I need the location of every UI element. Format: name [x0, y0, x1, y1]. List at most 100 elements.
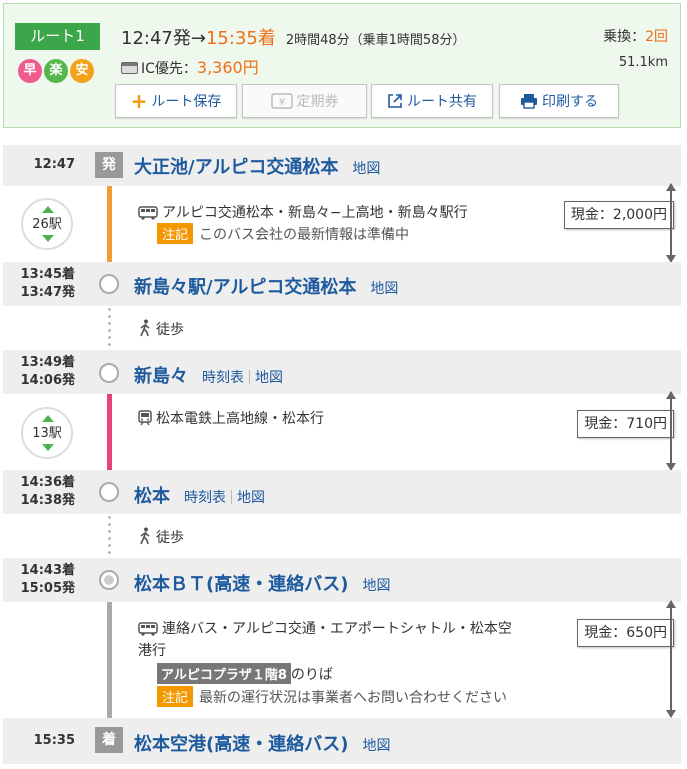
route-tags: 早 楽 安: [18, 59, 94, 83]
station-node: [99, 482, 119, 502]
station-name-link[interactable]: 大正池/アルピコ交通松本: [134, 157, 338, 178]
walking-person-icon: [140, 319, 150, 337]
departure-time: 12:47発: [121, 28, 191, 49]
share-route-label: ルート共有: [407, 94, 477, 110]
walk-info: 徒歩: [138, 527, 184, 547]
printer-icon: [521, 94, 537, 109]
segment-fare: 現金：2,000円: [563, 201, 674, 229]
map-link[interactable]: 地図: [237, 490, 265, 506]
expand-up-icon: [42, 206, 54, 213]
station-time: 15:35: [33, 733, 75, 748]
station-name-link[interactable]: 新島々: [134, 366, 188, 387]
bus-icon: [138, 622, 158, 636]
station-name-link[interactable]: 松本空港(高速・連絡バス): [134, 734, 348, 755]
map-link[interactable]: 地図: [352, 161, 380, 177]
platform-chip: アルピコプラザ１階8: [157, 663, 291, 684]
map-link[interactable]: 地図: [370, 281, 398, 297]
duration-text: 2時間48分（乗車1時間58分）: [285, 33, 466, 48]
note-chip: 注記: [157, 223, 194, 244]
stop-count-toggle[interactable]: 13駅: [21, 407, 73, 459]
departure-badge: 発: [95, 152, 123, 178]
expand-down-icon: [42, 444, 54, 451]
segment-fare: 現金：650円: [577, 619, 674, 647]
commuter-pass-button[interactable]: ¥ 定期券: [242, 84, 367, 118]
ic-card-icon: [121, 62, 138, 74]
route-times: 12:47発→15:35着 2時間48分（乗車1時間58分）: [121, 24, 465, 50]
walk-label: 徒歩: [156, 530, 184, 546]
save-route-label: ルート保存: [151, 94, 222, 110]
arrow-icon: →: [190, 28, 206, 49]
arrival-time: 14:43着: [20, 563, 75, 578]
line-name: 松本電鉄上高地線・松本行: [156, 411, 324, 427]
service-note: 注記 このバス会社の最新情報は準備中: [157, 223, 409, 244]
timetable-link[interactable]: 時刻表: [202, 370, 244, 386]
segment-fare: 現金：710円: [577, 410, 674, 438]
station-name: 新島々 時刻表 地図: [134, 362, 283, 388]
line-info: 松本電鉄上高地線・松本行: [138, 408, 324, 428]
station-time: 13:49着 14:06発: [3, 354, 75, 390]
share-route-button[interactable]: ルート共有: [371, 84, 493, 118]
expand-down-icon: [42, 235, 54, 242]
note-text: このバス会社の最新情報は準備中: [199, 227, 410, 243]
route-distance: 51.1km: [618, 55, 668, 70]
station-name-link[interactable]: 新島々駅/アルピコ交通松本: [134, 277, 356, 298]
bus-icon: [138, 206, 158, 220]
arrival-badge: 着: [95, 727, 123, 753]
station-time: 14:43着 15:05発: [3, 562, 75, 598]
departure-time: 15:05発: [20, 581, 75, 596]
station-time: 13:45着 13:47発: [3, 266, 75, 302]
route-number-badge: ルート1: [15, 23, 100, 50]
rail-line-segment: [107, 382, 112, 482]
walk-info: 徒歩: [138, 319, 184, 339]
line-name-continued: 港行: [138, 643, 166, 659]
stop-count-label: 13駅: [32, 426, 62, 441]
timetable-link[interactable]: 時刻表: [184, 490, 226, 506]
route-summary-header: ルート1 早 楽 安 12:47発→15:35着 2時間48分（乗車1時間58分）…: [3, 3, 681, 128]
station-node: [99, 274, 119, 294]
transfer-value: 2回: [645, 29, 668, 45]
note-chip: 注記: [157, 686, 194, 707]
station-node: [99, 363, 119, 383]
station-name-link[interactable]: 松本: [134, 486, 170, 507]
line-name: 連絡バス・アルピコ交通・エアポートシャトル・松本空: [162, 621, 512, 637]
arrival-time: 13:45着: [20, 267, 75, 282]
map-link[interactable]: 地図: [255, 370, 283, 386]
transfer-count: 乗換：2回: [603, 26, 668, 46]
station-time: 14:36着 14:38発: [3, 474, 75, 510]
service-note: 注記 最新の運行状況は事業者へお問い合わせください: [157, 686, 507, 707]
easiest-tag: 楽: [44, 59, 68, 83]
walking-person-icon: [140, 527, 150, 545]
station-name: 新島々駅/アルピコ交通松本 地図: [134, 273, 398, 299]
cheapest-tag: 安: [70, 59, 94, 83]
share-icon: [388, 94, 402, 108]
print-label: 印刷する: [542, 94, 598, 110]
commuter-pass-label: 定期券: [296, 94, 339, 110]
fare-range-arrow: [666, 183, 676, 263]
bus-line-segment: [107, 178, 112, 275]
arrival-time: 13:49着: [20, 355, 75, 370]
line-info: 連絡バス・アルピコ交通・エアポートシャトル・松本空 港行: [138, 618, 512, 662]
fare-range-arrow: [666, 600, 676, 718]
station-name: 大正池/アルピコ交通松本 地図: [134, 153, 380, 179]
note-text: 最新の運行状況は事業者へお問い合わせください: [199, 690, 508, 706]
fare-amount: 3,360円: [196, 58, 259, 77]
station-time: 12:47: [33, 157, 75, 172]
print-button[interactable]: 印刷する: [499, 84, 619, 118]
station-name: 松本 時刻表 地図: [134, 482, 265, 508]
walk-label: 徒歩: [156, 322, 184, 338]
plus-icon: +: [130, 89, 148, 113]
save-route-button[interactable]: + ルート保存: [115, 84, 237, 118]
station-name-link[interactable]: 松本ＢＴ(高速・連絡バス): [134, 574, 348, 595]
yen-ticket-icon: ¥: [270, 93, 293, 109]
arrival-time: 14:36着: [20, 475, 75, 490]
stop-count-label: 26駅: [32, 217, 62, 232]
expand-up-icon: [42, 415, 54, 422]
arrival-time: 15:35着: [205, 28, 276, 49]
map-link[interactable]: 地図: [362, 578, 390, 594]
station-node: [99, 570, 119, 590]
map-link[interactable]: 地図: [362, 738, 390, 754]
train-icon: [138, 410, 152, 426]
transfer-label: 乗換：: [603, 29, 646, 45]
stop-count-toggle[interactable]: 26駅: [21, 198, 73, 250]
fare-label: IC優先：: [141, 61, 197, 77]
